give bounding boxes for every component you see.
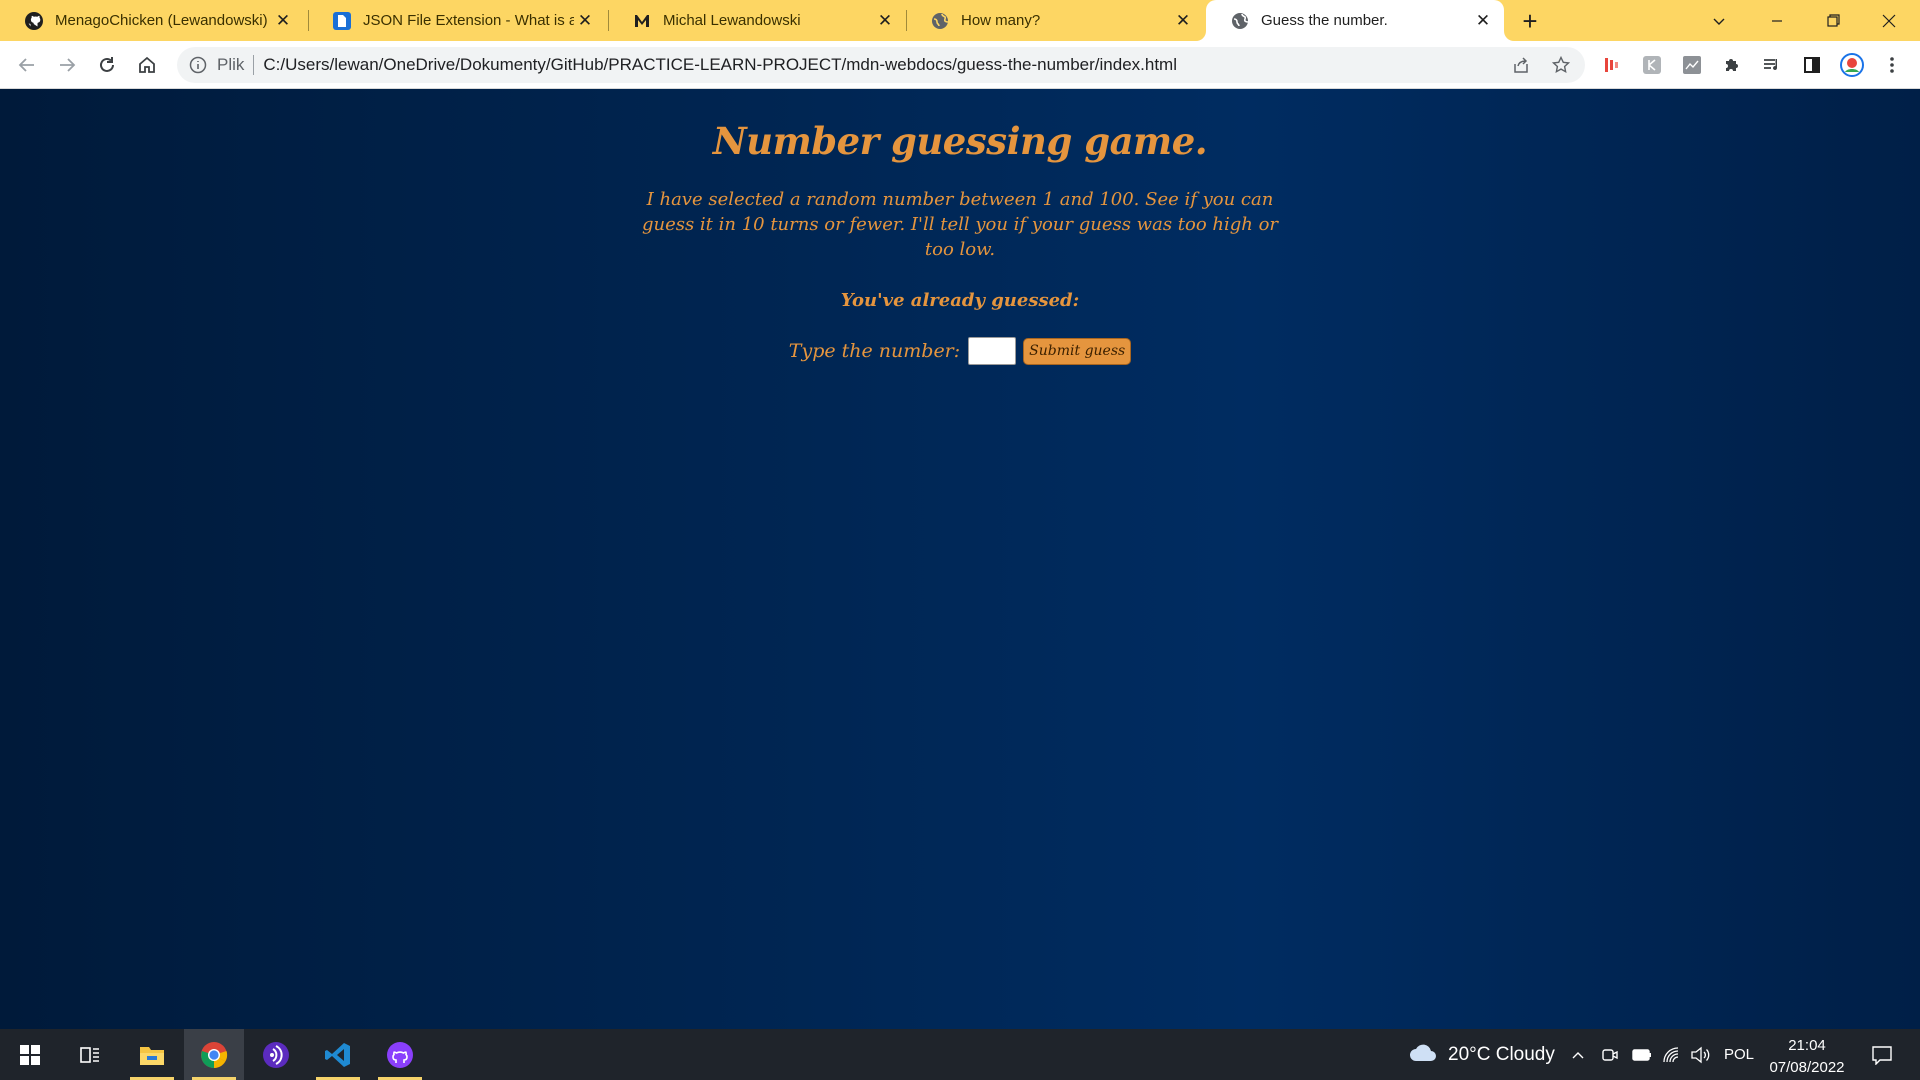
- cloud-icon: [1408, 1041, 1438, 1069]
- m-logo-icon: [632, 11, 652, 31]
- extension-chart-icon[interactable]: [1680, 53, 1704, 77]
- media-controls-icon[interactable]: [1760, 53, 1784, 77]
- tab-title: How many?: [961, 12, 1041, 29]
- volume-icon[interactable]: [1690, 1029, 1712, 1080]
- chrome-icon[interactable]: [184, 1029, 244, 1080]
- restore-button[interactable]: [1807, 0, 1859, 41]
- clock-time: 21:04: [1788, 1037, 1826, 1054]
- task-view-icon[interactable]: [60, 1029, 120, 1080]
- extension-red-icon[interactable]: [1600, 53, 1624, 77]
- url-text[interactable]: C:/Users/lewan/OneDrive/Dokumenty/GitHub…: [263, 55, 1177, 75]
- windows-start-icon[interactable]: [0, 1029, 60, 1080]
- tab-json-extension[interactable]: JSON File Extension - What is a .json ✕: [308, 0, 606, 41]
- bookmark-star-icon[interactable]: [1550, 54, 1572, 76]
- close-icon[interactable]: ✕: [1472, 10, 1494, 32]
- info-icon[interactable]: [187, 54, 209, 76]
- meet-now-icon[interactable]: [1601, 1029, 1619, 1080]
- tab-title: MenagoChicken (Lewandowski): [55, 12, 268, 29]
- close-icon[interactable]: ✕: [1172, 10, 1194, 32]
- podcast-app-icon[interactable]: [246, 1029, 306, 1080]
- side-panel-icon[interactable]: [1800, 53, 1824, 77]
- github-icon: [24, 11, 44, 31]
- language-indicator[interactable]: POL: [1724, 1029, 1754, 1080]
- battery-icon[interactable]: [1632, 1029, 1652, 1080]
- divider: [253, 55, 255, 75]
- tab-michal-lewandowski[interactable]: Michal Lewandowski ✕: [608, 0, 906, 41]
- document-icon: [332, 11, 352, 31]
- extensions-puzzle-icon[interactable]: [1720, 53, 1744, 77]
- wifi-icon[interactable]: [1662, 1029, 1682, 1080]
- tab-guess-the-number[interactable]: Guess the number. ✕: [1206, 0, 1504, 41]
- close-icon[interactable]: ✕: [874, 10, 896, 32]
- chevron-up-icon[interactable]: [1570, 1029, 1586, 1080]
- minimize-button[interactable]: [1751, 0, 1803, 41]
- new-tab-button[interactable]: +: [1516, 6, 1544, 36]
- tab-how-many[interactable]: How many? ✕: [906, 0, 1204, 41]
- browser-toolbar: Plik C:/Users/lewan/OneDrive/Dokumenty/G…: [0, 41, 1920, 89]
- avatar[interactable]: [1840, 53, 1864, 77]
- notifications-icon[interactable]: [1862, 1029, 1902, 1080]
- address-bar[interactable]: Plik C:/Users/lewan/OneDrive/Dokumenty/G…: [177, 47, 1585, 83]
- tab-search-chevron-icon[interactable]: [1693, 0, 1745, 41]
- scheme-label: Plik: [217, 55, 245, 74]
- page-content: Number guessing game. I have selected a …: [0, 89, 1920, 1029]
- clock-date: 07/08/2022: [1769, 1059, 1845, 1076]
- guess-input[interactable]: [968, 337, 1017, 365]
- guesses-label: You've already guessed:: [840, 290, 1080, 311]
- vscode-icon[interactable]: [308, 1029, 368, 1080]
- guess-field-label: Type the number:: [788, 340, 961, 362]
- tab-title: Michal Lewandowski: [663, 12, 801, 29]
- system-clock[interactable]: 21:04 07/08/2022: [1763, 1035, 1851, 1079]
- tab-title: Guess the number.: [1261, 12, 1388, 29]
- tab-strip: MenagoChicken (Lewandowski) ✕ JSON File …: [0, 0, 1920, 41]
- intro-text: I have selected a random number between …: [641, 189, 1279, 260]
- github-desktop-icon[interactable]: [370, 1029, 430, 1080]
- page-title: Number guessing game.: [712, 119, 1208, 163]
- globe-icon: [930, 11, 950, 31]
- globe-icon: [1230, 11, 1250, 31]
- close-icon[interactable]: ✕: [574, 10, 596, 32]
- reload-button[interactable]: [91, 49, 123, 81]
- tab-title: JSON File Extension - What is a .json: [363, 12, 574, 29]
- extension-grey-icon[interactable]: [1640, 53, 1664, 77]
- close-icon[interactable]: ✕: [272, 10, 294, 32]
- menu-kebab-icon[interactable]: [1880, 53, 1904, 77]
- back-button[interactable]: [11, 49, 43, 81]
- home-button[interactable]: [131, 49, 163, 81]
- weather-text: 20°C Cloudy: [1448, 1043, 1555, 1065]
- taskbar: 20°C Cloudy POL 21:04 07/08/2022: [0, 1029, 1920, 1080]
- close-window-button[interactable]: [1863, 0, 1915, 41]
- submit-guess-button[interactable]: Submit guess: [1023, 337, 1132, 365]
- file-explorer-icon[interactable]: [122, 1029, 182, 1080]
- share-icon[interactable]: [1510, 54, 1532, 76]
- forward-button[interactable]: [51, 49, 83, 81]
- tab-github[interactable]: MenagoChicken (Lewandowski) ✕: [0, 0, 304, 41]
- weather-widget[interactable]: 20°C Cloudy: [1408, 1029, 1555, 1080]
- guess-form: Type the number: Submit guess: [0, 337, 1920, 365]
